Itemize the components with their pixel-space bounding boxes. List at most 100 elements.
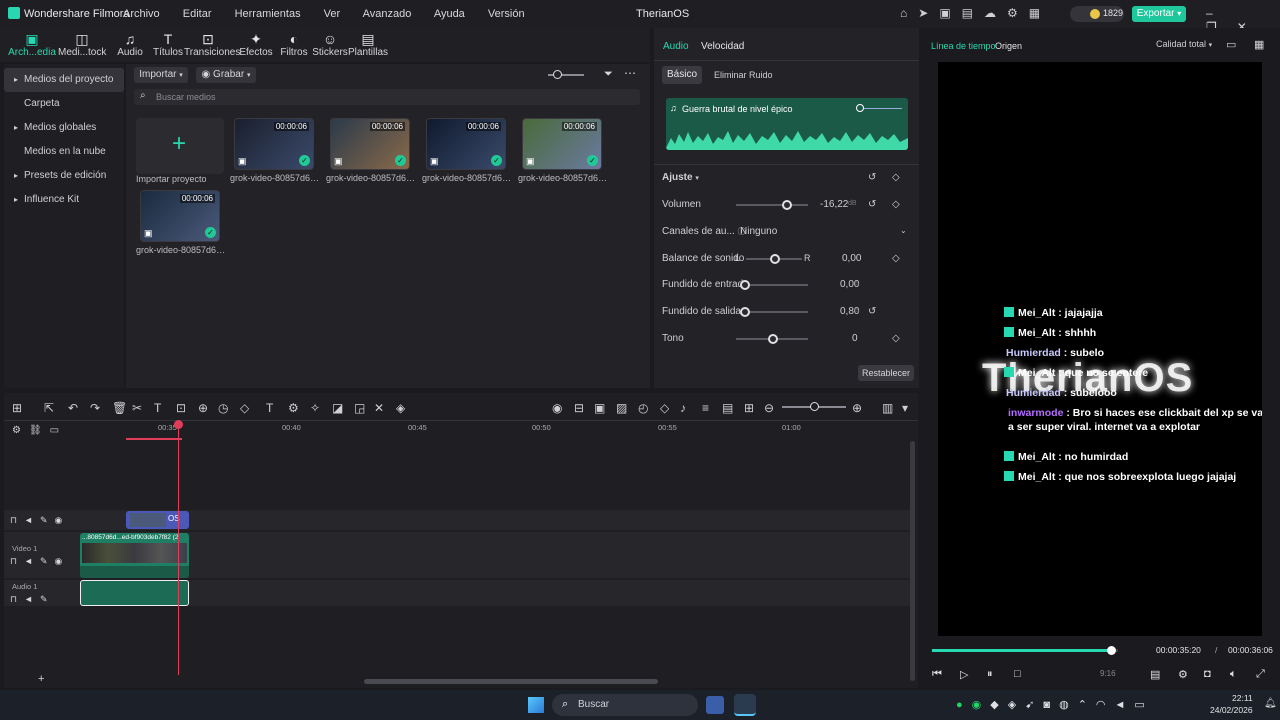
chevron-up-icon[interactable]: ⌃ bbox=[1078, 699, 1096, 711]
transform-icon[interactable]: ◲ bbox=[354, 401, 365, 415]
playhead[interactable] bbox=[178, 421, 179, 675]
speaker-icon[interactable]: ◄ bbox=[24, 556, 40, 566]
fade-out-slider[interactable] bbox=[740, 307, 808, 317]
redo-icon[interactable]: ↷ bbox=[90, 401, 100, 415]
keyframe-icon[interactable]: ◇ bbox=[892, 172, 900, 183]
fullscreen-layout-icon[interactable]: ▦ bbox=[1254, 38, 1264, 51]
crop-icon[interactable]: ⊡ bbox=[176, 401, 186, 415]
sidebar-item-medios-globales[interactable]: ▸ Medios globales bbox=[4, 116, 124, 140]
tab-audio[interactable]: Audio bbox=[663, 41, 689, 52]
discord-icon[interactable]: ◙ bbox=[1043, 699, 1059, 711]
shield-icon[interactable]: ◇ bbox=[660, 401, 669, 415]
grid-icon[interactable]: ⊞ bbox=[12, 401, 22, 415]
lock-icon[interactable]: ⊓ bbox=[10, 556, 24, 566]
app-tray-icon[interactable]: ◆ bbox=[990, 699, 1007, 711]
eye-icon[interactable]: ◉ bbox=[55, 515, 70, 525]
tab-origen[interactable]: Origen bbox=[995, 41, 1022, 51]
media-thumbnail[interactable]: 00:00:06 ▣ ✓ bbox=[426, 118, 506, 170]
reset-icon[interactable]: ↺ bbox=[868, 199, 876, 210]
keyframe-icon[interactable]: ◇ bbox=[240, 401, 249, 415]
mixer-icon[interactable]: ≡ bbox=[702, 401, 709, 415]
search-input[interactable]: Buscar medios bbox=[156, 92, 216, 102]
gift-icon[interactable]: ⌂ bbox=[900, 6, 918, 20]
zoom-slider[interactable] bbox=[548, 70, 584, 79]
reset-icon[interactable]: ↺ bbox=[868, 306, 876, 317]
speaker-icon[interactable]: ◄ bbox=[24, 594, 40, 604]
caption-icon[interactable]: ▭ bbox=[50, 425, 67, 436]
playhead-handle[interactable] bbox=[174, 420, 183, 429]
track-handle[interactable] bbox=[856, 104, 864, 112]
eye-icon[interactable]: ◉ bbox=[55, 556, 70, 566]
sidebar-item-medios-del-proyecto[interactable]: ▸ Medios del proyecto bbox=[4, 68, 124, 92]
toolbar-plantillas[interactable]: ▤ Plantillas bbox=[344, 31, 392, 58]
effect-icon[interactable]: ✧ bbox=[310, 401, 320, 415]
color-icon[interactable]: ◈ bbox=[396, 401, 405, 415]
fade-in-slider[interactable] bbox=[740, 280, 808, 290]
render-icon[interactable]: ▣ bbox=[594, 401, 605, 415]
color-bars-icon[interactable]: ▥ bbox=[882, 401, 893, 415]
shield-icon[interactable]: ◈ bbox=[1008, 699, 1025, 711]
audio-clip[interactable] bbox=[80, 580, 189, 606]
video-clip[interactable]: ...80857d6d...ed-bf903deb7f82 (2 bbox=[80, 533, 189, 578]
edit-icon[interactable]: ✎ bbox=[40, 515, 55, 525]
whatsapp-icon[interactable]: ◉ bbox=[972, 699, 991, 711]
taskbar-search[interactable]: ⌕ Buscar bbox=[552, 694, 698, 716]
playback-progress[interactable] bbox=[932, 646, 1118, 655]
pin-icon[interactable]: ➹ bbox=[1025, 699, 1043, 711]
speaker-icon[interactable]: ◄ bbox=[24, 515, 40, 525]
taskbar-app-icon[interactable] bbox=[706, 696, 724, 714]
volume-value[interactable]: -16,22 bbox=[820, 199, 848, 210]
chevron-down-icon[interactable]: ▾ bbox=[695, 175, 699, 182]
toolbar-transiciones[interactable]: ⊡ Transiciones bbox=[184, 31, 240, 58]
undo-icon[interactable]: ↶ bbox=[68, 401, 78, 415]
audio-waveform-card[interactable]: ♫ Guerra brutal de nivel épico bbox=[666, 98, 908, 150]
tone-value[interactable]: 0 bbox=[852, 333, 858, 344]
menu-herramientas[interactable]: Herramientas bbox=[235, 8, 301, 20]
menu-avanzado[interactable]: Avanzado bbox=[363, 8, 412, 20]
lock-icon[interactable]: ⊓ bbox=[10, 594, 24, 604]
mask-icon[interactable]: ◪ bbox=[332, 401, 343, 415]
minimize-icon[interactable]: – bbox=[1206, 6, 1233, 20]
search-bar[interactable]: ⌕ Buscar medios bbox=[134, 89, 640, 105]
subtab-basico[interactable]: Básico bbox=[662, 66, 702, 84]
add-track-icon[interactable]: ⚙ bbox=[12, 425, 29, 436]
vertical-scrollbar[interactable] bbox=[910, 441, 915, 681]
media-thumbnail[interactable]: 00:00:06 ▣ ✓ bbox=[330, 118, 410, 170]
delete-icon[interactable]: 🗑︎ bbox=[112, 401, 127, 415]
menu-ayuda[interactable]: Ayuda bbox=[434, 8, 465, 20]
link-icon[interactable]: ⛓ bbox=[29, 425, 50, 436]
volume-icon[interactable]: ◄ bbox=[1115, 699, 1135, 711]
keyframe-icon[interactable]: ◇ bbox=[892, 333, 900, 344]
video-preview[interactable]: TherianOS Mei_Alt : jajajajja Mei_Alt : s… bbox=[938, 62, 1262, 636]
reset-button[interactable]: Restablecer bbox=[858, 365, 914, 381]
cloud-icon[interactable]: ☁ bbox=[984, 6, 1007, 20]
tab-linea-de-tiempo[interactable]: Línea de tiempo bbox=[931, 41, 996, 51]
timeline-zoom-slider[interactable] bbox=[782, 402, 846, 411]
quality-select[interactable]: Calidad total ▾ bbox=[1156, 39, 1212, 49]
menu-ver[interactable]: Ver bbox=[324, 8, 341, 20]
sidebar-item-medios-en-la-nube[interactable]: Medios en la nube bbox=[4, 140, 124, 164]
stop-icon[interactable]: □ bbox=[1014, 668, 1021, 680]
menu-archivo[interactable]: Archivo bbox=[123, 8, 160, 20]
add-icon[interactable]: + bbox=[38, 673, 44, 685]
channels-select[interactable]: Ninguno bbox=[740, 226, 777, 237]
text-icon[interactable]: T bbox=[154, 401, 161, 415]
text-add-icon[interactable]: T bbox=[266, 401, 273, 415]
split-icon[interactable]: ⊟ bbox=[574, 401, 584, 415]
marker-icon[interactable]: ⊞ bbox=[744, 401, 754, 415]
grid-icon[interactable]: ▦ bbox=[1029, 6, 1051, 20]
edit-icon[interactable]: ✎ bbox=[40, 594, 55, 604]
menu-editar[interactable]: Editar bbox=[183, 8, 212, 20]
select-icon[interactable]: ⇱ bbox=[44, 401, 54, 415]
chevron-down-icon[interactable]: ⌄ bbox=[900, 226, 907, 235]
ai-icon[interactable]: ⚙ bbox=[288, 401, 299, 415]
file-icon[interactable]: ▤ bbox=[962, 6, 984, 20]
image-icon[interactable]: ▨ bbox=[616, 401, 627, 415]
image-icon[interactable]: ▣ bbox=[939, 6, 961, 20]
speed-icon[interactable]: ◷ bbox=[218, 401, 228, 415]
steam-icon[interactable]: ◍ bbox=[1059, 699, 1078, 711]
spotify-icon[interactable]: ● bbox=[956, 699, 972, 711]
horizontal-scrollbar[interactable] bbox=[364, 679, 658, 684]
zoom-icon[interactable]: ⊕ bbox=[198, 401, 208, 415]
volume-slider[interactable] bbox=[736, 200, 808, 210]
